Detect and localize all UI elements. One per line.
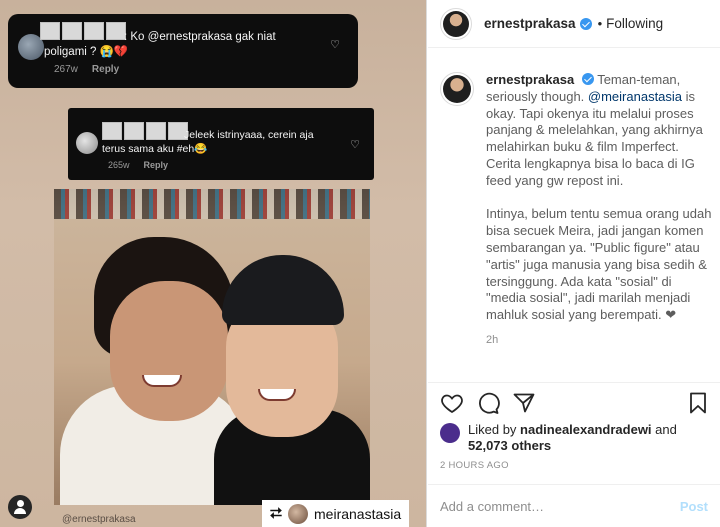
verified-badge-icon bbox=[579, 17, 592, 30]
likes-text: Liked by nadinealexandradewi and 52,073 … bbox=[468, 422, 677, 453]
repost-icon: ⮂ bbox=[270, 505, 283, 522]
comment-meta: 267w Reply bbox=[54, 64, 120, 75]
repost-avatar bbox=[288, 503, 309, 524]
following-button[interactable]: Following bbox=[606, 16, 663, 31]
post-sidebar: ernestprakasa • Following ernestprakasa … bbox=[428, 0, 720, 527]
bookmark-icon[interactable] bbox=[686, 391, 710, 415]
verified-badge-icon bbox=[581, 73, 594, 85]
mention-link[interactable]: @meiranastasia bbox=[588, 89, 682, 104]
action-bar bbox=[428, 382, 720, 422]
repost-badge[interactable]: ⮂ meiranastasia bbox=[262, 500, 410, 527]
liker-avatar bbox=[440, 423, 460, 443]
comment-bar: Post bbox=[428, 484, 720, 527]
heart-outline-icon: ♡ bbox=[350, 139, 360, 151]
heart-outline-icon: ♡ bbox=[330, 39, 340, 51]
share-icon[interactable] bbox=[512, 391, 536, 415]
post-header: ernestprakasa • Following bbox=[428, 0, 720, 48]
comment-meta: 265w Reply bbox=[108, 160, 169, 170]
avatar[interactable] bbox=[440, 72, 474, 106]
selfie-photo bbox=[54, 189, 370, 505]
avatar[interactable] bbox=[440, 7, 472, 40]
tagged-users-icon[interactable] bbox=[8, 495, 32, 519]
comment-icon[interactable] bbox=[476, 391, 500, 415]
comment-text: Jeleek istrinyaaa, cerein aja terus sama… bbox=[102, 129, 314, 155]
liker-username[interactable]: nadinealexandradewi bbox=[520, 422, 652, 437]
likes-count[interactable]: 52,073 others bbox=[468, 438, 551, 453]
caption: ernestprakasa Teman-teman, seriously tho… bbox=[440, 72, 712, 346]
caption-time: 2h bbox=[486, 333, 499, 346]
screenshot-comment-2: Jeleek istrinyaaa, cerein aja terus sama… bbox=[68, 108, 374, 180]
like-heart-icon[interactable] bbox=[440, 391, 464, 415]
likes-summary: Liked by nadinealexandradewi and 52,073 … bbox=[440, 422, 710, 453]
post-button[interactable]: Post bbox=[680, 499, 708, 514]
separator-dot: • bbox=[597, 16, 603, 31]
header-username[interactable]: ernestprakasa bbox=[484, 16, 576, 31]
woman-smile bbox=[142, 375, 182, 387]
repost-username: meiranastasia bbox=[314, 505, 402, 522]
man-smile bbox=[258, 389, 296, 401]
woman-face bbox=[110, 281, 228, 421]
post-media[interactable]: : Ko @ernestprakasa gak niat poligami ? … bbox=[0, 0, 427, 527]
beach-crowd bbox=[54, 189, 370, 219]
commenter-avatar bbox=[76, 132, 98, 154]
screenshot-comment-1: : Ko @ernestprakasa gak niat poligami ? … bbox=[8, 14, 358, 88]
comment-input[interactable] bbox=[440, 498, 680, 514]
comment-text: : Ko @ernestprakasa gak niat poligami ? … bbox=[44, 31, 276, 58]
media-credit: @ernestprakasa bbox=[62, 514, 136, 525]
caption-username[interactable]: ernestprakasa bbox=[486, 72, 574, 87]
caption-text: ernestprakasa Teman-teman, seriously tho… bbox=[486, 72, 712, 323]
post-timestamp: 2 HOURS AGO bbox=[440, 460, 509, 471]
